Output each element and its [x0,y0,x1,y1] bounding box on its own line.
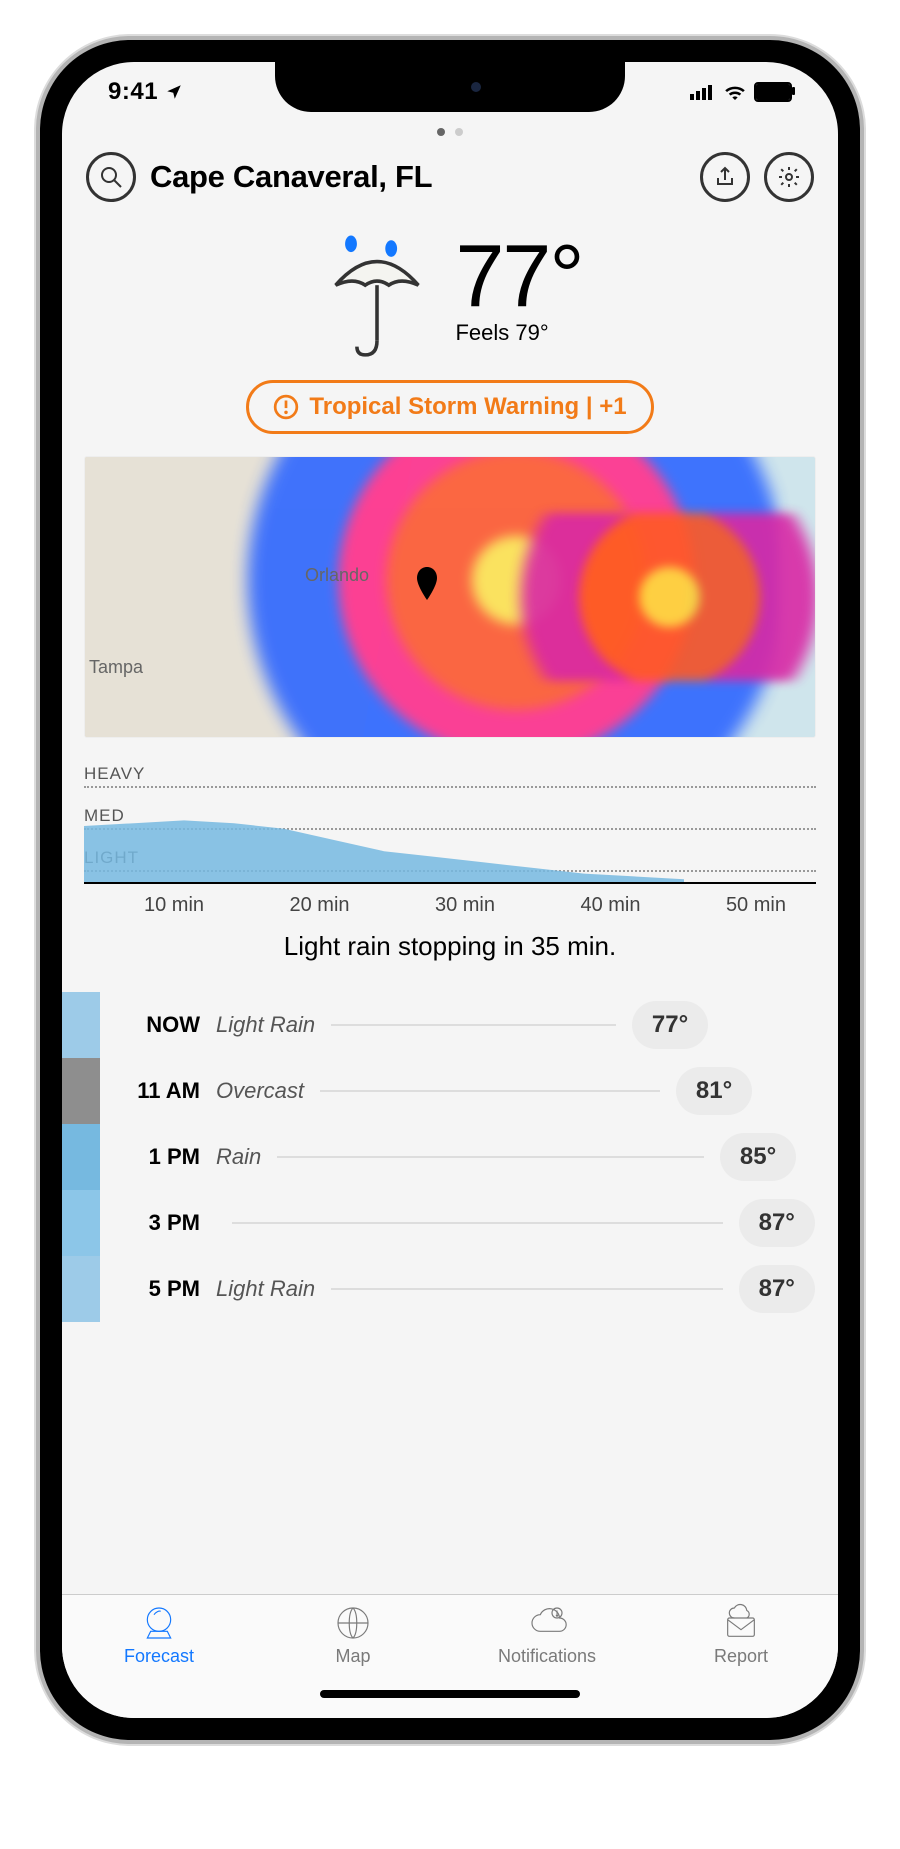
tab-forecast[interactable]: Forecast [62,1603,256,1667]
current-conditions: 77° Feels 79° [62,232,838,362]
tab-map[interactable]: Map [256,1603,450,1667]
notch [275,62,625,112]
hour-cond: Light Rain [216,1012,315,1038]
gear-icon [777,165,801,189]
crystal-ball-icon [139,1603,179,1643]
map-label-orlando: Orlando [305,565,369,586]
location-arrow-icon [165,83,183,101]
globe-icon [333,1603,373,1643]
hour-time: 5 PM [100,1276,200,1302]
hour-row[interactable]: 1 PM Rain 85° [100,1124,816,1190]
hour-cond: Light Rain [216,1276,315,1302]
hour-time: 1 PM [100,1144,200,1170]
share-icon [713,165,737,189]
location-pin-icon [415,567,439,601]
hour-cond: Overcast [216,1078,304,1104]
hourly-intensity-bar [62,992,100,1322]
envelope-cloud-icon [721,1603,761,1643]
location-title[interactable]: Cape Canaveral, FL [150,159,686,195]
cellular-icon [690,84,716,100]
precip-area [84,798,684,882]
hour-cond: Rain [216,1144,261,1170]
alert-text: Tropical Storm Warning | +1 [309,393,626,421]
hour-row[interactable]: 5 PM Light Rain 87° [100,1256,816,1322]
weather-alert[interactable]: Tropical Storm Warning | +1 [246,380,653,434]
screen: 9:41 Cape Canaveral, FL [62,62,838,1718]
hour-time: 11 AM [100,1078,200,1104]
tab-report[interactable]: Report [644,1603,838,1667]
home-indicator[interactable] [320,1690,580,1698]
tab-bar: Forecast Map Notifications Report [62,1594,838,1718]
hour-row[interactable]: 11 AM Overcast 81° [100,1058,816,1124]
share-button[interactable] [700,152,750,202]
precip-chart: HEAVY MED LIGHT 10 min 20 min 30 min 40 … [84,764,816,962]
level-heavy: HEAVY [84,764,816,788]
hour-time: NOW [100,1012,200,1038]
search-icon [99,165,123,189]
settings-button[interactable] [764,152,814,202]
phone-frame: 9:41 Cape Canaveral, FL [40,40,860,1740]
hour-temp: 87° [739,1265,815,1313]
wifi-icon [724,84,746,100]
alert-icon [273,394,299,420]
hour-temp: 81° [676,1067,752,1115]
map-label-tampa: Tampa [89,657,143,678]
umbrella-rain-icon [317,232,437,362]
hour-temp: 87° [739,1199,815,1247]
hour-temp: 85° [720,1133,796,1181]
radar-map[interactable]: Orlando Tampa [84,456,816,738]
battery-icon [754,82,792,102]
hour-row[interactable]: 3 PM 87° [100,1190,816,1256]
search-button[interactable] [86,152,136,202]
header: Cape Canaveral, FL [62,152,838,220]
hour-row[interactable]: NOW Light Rain 77° [100,992,816,1058]
hour-time: 3 PM [100,1210,200,1236]
current-temp: 77° [455,232,582,320]
tab-notifications[interactable]: Notifications [450,1603,644,1667]
precip-ticks: 10 min 20 min 30 min 40 min 50 min [84,884,816,917]
precip-summary: Light rain stopping in 35 min. [84,931,816,962]
hour-temp: 77° [632,1001,708,1049]
hourly-forecast[interactable]: NOW Light Rain 77° 11 AM Overcast 81° 1 PM Rain… [62,992,838,1322]
status-time: 9:41 [108,78,183,106]
page-dots[interactable] [62,122,838,152]
cloud-alert-icon [527,1603,567,1643]
